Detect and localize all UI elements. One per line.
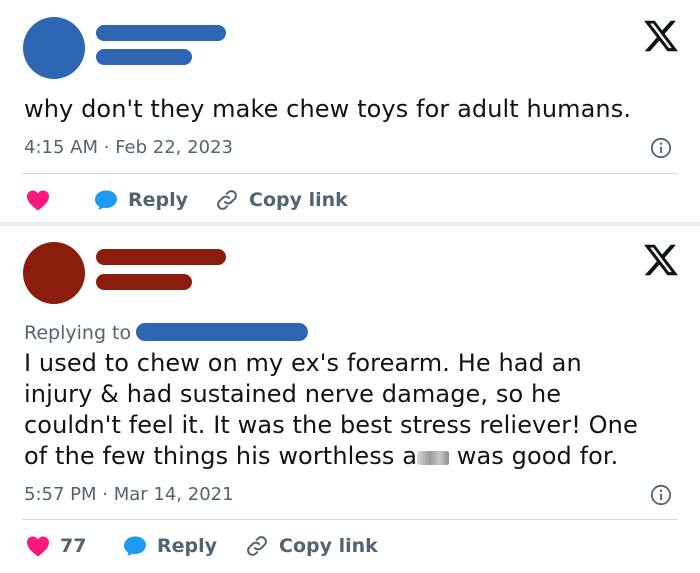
- divider: [22, 173, 678, 174]
- tweet-card-1: why don't they make chew toys for adult …: [0, 0, 700, 222]
- tweet-text-line: of the few things his worthless a was go…: [24, 441, 638, 472]
- tweet-text-part: was good for.: [449, 442, 619, 470]
- copy-link-button[interactable]: Copy link: [245, 531, 378, 561]
- reply-bubble-icon: [95, 190, 117, 210]
- tweet-date: Feb 22, 2023: [115, 137, 233, 158]
- copy-link-label: Copy link: [279, 535, 378, 557]
- tweet-date: Mar 14, 2021: [113, 484, 234, 505]
- tweet-text-line: couldn't feel it. It was the best stress…: [24, 411, 638, 439]
- tweet-time: 4:15 AM: [24, 137, 98, 158]
- divider: [22, 519, 678, 520]
- reply-button[interactable]: Reply: [123, 531, 217, 561]
- x-logo-icon[interactable]: [644, 243, 678, 277]
- like-count: 77: [60, 535, 87, 557]
- mention-link-redacted[interactable]: [136, 323, 308, 341]
- info-icon[interactable]: [650, 484, 672, 506]
- tweet-text: why don't they make chew toys for adult …: [24, 95, 632, 123]
- reply-label: Reply: [157, 535, 218, 557]
- meta-separator: ·: [102, 484, 114, 505]
- meta-separator: ·: [103, 137, 116, 158]
- link-icon: [247, 536, 267, 556]
- like-button[interactable]: 77: [26, 531, 86, 561]
- like-button[interactable]: [26, 185, 60, 215]
- username-redacted[interactable]: [96, 274, 192, 290]
- tweet-actions: 77 Reply Copy link: [0, 531, 700, 561]
- copy-link-button[interactable]: Copy link: [215, 185, 348, 215]
- display-name-redacted[interactable]: [96, 249, 226, 265]
- avatar[interactable]: [23, 17, 85, 79]
- reply-bubble-icon: [124, 536, 146, 556]
- tweet-actions: Reply Copy link: [0, 185, 700, 215]
- tweet-text-part: of the few things his worthless a: [24, 442, 418, 470]
- copy-link-label: Copy link: [249, 189, 348, 211]
- censored-word: [417, 451, 450, 465]
- tweet-time: 5:57 PM: [24, 484, 97, 505]
- heart-icon: [27, 190, 49, 211]
- tweet-text-line: injury & had sustained nerve damage, so …: [24, 380, 562, 408]
- display-name-redacted[interactable]: [96, 25, 226, 41]
- username-redacted[interactable]: [96, 49, 192, 65]
- avatar[interactable]: [23, 242, 85, 304]
- tweet-text-line: I used to chew on my ex's forearm. He ha…: [24, 349, 582, 377]
- heart-icon: [27, 536, 49, 557]
- info-icon[interactable]: [650, 137, 672, 159]
- link-icon: [217, 190, 237, 210]
- tweet-timestamp[interactable]: 5:57 PM · Mar 14, 2021: [24, 484, 234, 505]
- tweet-text: I used to chew on my ex's forearm. He ha…: [24, 348, 638, 472]
- x-logo-icon[interactable]: [644, 19, 678, 53]
- replying-to-label: Replying to: [24, 322, 132, 344]
- reply-button[interactable]: Reply: [94, 185, 188, 215]
- tweet-timestamp[interactable]: 4:15 AM · Feb 22, 2023: [24, 137, 233, 158]
- tweet-card-2: Replying to I used to chew on my ex's fo…: [0, 226, 700, 573]
- reply-label: Reply: [128, 189, 189, 211]
